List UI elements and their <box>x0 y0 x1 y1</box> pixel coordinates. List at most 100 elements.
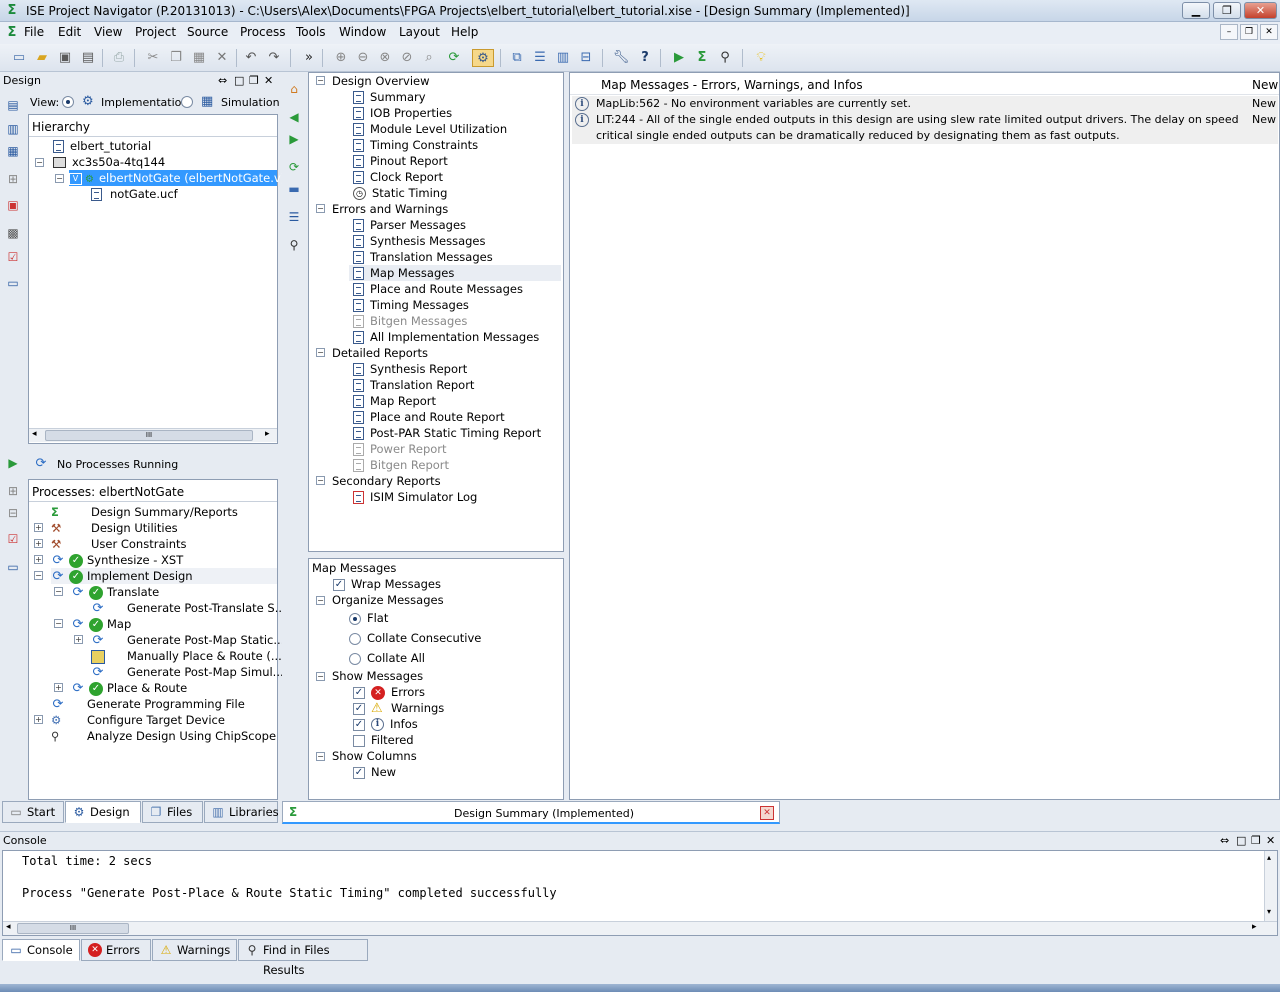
item-timing-messages[interactable]: Timing Messages <box>353 297 469 313</box>
filtered-option[interactable]: Filtered <box>353 732 414 748</box>
close-panel-icon[interactable]: ✕ <box>264 74 273 87</box>
overflow-icon[interactable]: » <box>300 49 318 67</box>
minimize-button[interactable]: ▁ <box>1182 2 1210 19</box>
run-icon[interactable]: ▶ <box>670 49 688 67</box>
save-icon[interactable]: ▣ <box>56 49 74 67</box>
close-windows-icon[interactable]: ⊟ <box>577 49 595 67</box>
item-post-par-timing-report[interactable]: Post-PAR Static Timing Report <box>353 425 541 441</box>
process-user-constraints[interactable]: ⚒ User Constraints <box>51 536 186 552</box>
process-design-summary[interactable]: Σ Design Summary/Reports <box>51 504 238 520</box>
html-icon[interactable]: ▬ <box>285 180 303 198</box>
view-icon[interactable]: ▭ <box>4 274 22 292</box>
maximize-panel-icon[interactable]: □ <box>1236 834 1246 847</box>
item-synthesis-report[interactable]: Synthesis Report <box>353 361 467 377</box>
tree-collapse-icon[interactable]: − <box>55 174 64 183</box>
save-all-icon[interactable]: ▤ <box>79 49 97 67</box>
menu-process[interactable]: Process <box>240 25 286 39</box>
hierarchy-scroll-thumb[interactable]: III <box>45 430 253 441</box>
warnings-checkbox[interactable]: ✓ <box>353 702 365 715</box>
add-copy-icon[interactable]: ▥ <box>4 120 22 138</box>
tree-ucf[interactable]: notGate.ucf <box>91 186 178 202</box>
tree-expand-icon[interactable]: + <box>34 715 43 724</box>
tab-errors[interactable]: ✕ Errors <box>81 939 151 961</box>
tab-console[interactable]: ▭ Console <box>2 939 80 961</box>
menu-view[interactable]: View <box>94 25 122 39</box>
tree-expand-icon[interactable]: + <box>34 555 43 564</box>
tab-files[interactable]: ❐ Files <box>142 801 203 823</box>
doc-restore-button[interactable]: ❐ <box>1240 24 1258 40</box>
menu-file[interactable]: File <box>24 25 44 39</box>
close-tab-icon[interactable]: ✕ <box>760 806 774 820</box>
cut-icon[interactable]: ✂ <box>144 49 162 67</box>
process-translate[interactable]: ⟳ ✓ Translate <box>71 584 159 600</box>
item-clock-report[interactable]: Clock Report <box>353 169 443 185</box>
item-module-utilization[interactable]: Module Level Utilization <box>353 121 507 137</box>
cascade-icon[interactable]: ⧉ <box>508 49 526 67</box>
copy-icon[interactable]: ❐ <box>167 49 185 67</box>
tab-start[interactable]: ▭ Start <box>2 801 64 823</box>
add-source-icon[interactable]: ▤ <box>4 96 22 114</box>
item-synthesis-messages[interactable]: Synthesis Messages <box>353 233 486 249</box>
wrench-icon[interactable]: 🔧︎ <box>612 49 630 67</box>
zoom-fit-icon[interactable]: ⊘ <box>398 49 416 67</box>
doc-close-button[interactable]: ✕ <box>1260 24 1278 40</box>
console-vscrollbar[interactable]: ▴ ▾ <box>1264 851 1277 921</box>
console-hscrollbar[interactable]: ◂ III ▸ <box>3 921 1277 935</box>
tree-top-module[interactable]: V ⚙ elbertNotGate (elbertNotGate.v) <box>69 170 285 186</box>
implementation-radio[interactable] <box>62 96 74 108</box>
process-implement-design[interactable]: ⟳ ✓ Implement Design <box>51 568 277 584</box>
errors-checkbox[interactable]: ✓ <box>353 686 365 699</box>
menu-window[interactable]: Window <box>339 25 386 39</box>
infos-checkbox[interactable]: ✓ <box>353 718 365 731</box>
console-scroll-thumb[interactable]: III <box>17 923 129 934</box>
tree-collapse-icon[interactable]: − <box>54 619 63 628</box>
zoom-full-icon[interactable]: ⊗ <box>376 49 394 67</box>
simulation-radio[interactable] <box>181 96 193 108</box>
menu-source[interactable]: Source <box>187 25 228 39</box>
wrap-messages-option[interactable]: ✓ Wrap Messages <box>333 576 441 592</box>
flat-option[interactable]: Flat <box>349 610 388 626</box>
lightbulb-icon[interactable]: 💡︎ <box>752 49 770 67</box>
tree-collapse-icon[interactable]: − <box>35 158 44 167</box>
menu-tools[interactable]: Tools <box>296 25 326 39</box>
rerun-icon[interactable]: ⊞ <box>4 482 22 500</box>
telescope-icon[interactable]: ⚲ <box>716 49 734 67</box>
restore-button[interactable]: ❐ <box>1213 2 1241 19</box>
tab-design-summary[interactable]: Σ Design Summary (Implemented) ✕ <box>282 801 780 824</box>
tree-collapse-icon[interactable]: − <box>316 348 325 357</box>
help-cursor-icon[interactable]: ? <box>636 49 654 67</box>
hierarchy-hscrollbar[interactable]: ◂ III ▸ <box>29 428 277 442</box>
find-icon[interactable]: ⚲ <box>285 236 303 254</box>
item-static-timing[interactable]: ◷ Static Timing <box>353 185 447 201</box>
doc-minimize-button[interactable]: – <box>1220 24 1238 40</box>
back-icon[interactable]: ◀ <box>285 108 303 126</box>
design-summary-icon[interactable]: ⚙ <box>472 49 494 67</box>
zoom-out-icon[interactable]: ⊖ <box>354 49 372 67</box>
tree-expand-icon[interactable]: + <box>74 635 83 644</box>
tree-collapse-icon[interactable]: − <box>316 752 325 761</box>
tree-expand-icon[interactable]: + <box>34 523 43 532</box>
section-secondary-reports[interactable]: Secondary Reports <box>332 473 441 489</box>
wrap-messages-checkbox[interactable]: ✓ <box>333 578 345 591</box>
section-detailed-reports[interactable]: Detailed Reports <box>332 345 428 361</box>
tab-libraries[interactable]: ▥ Libraries <box>204 801 279 823</box>
collate-all-radio[interactable] <box>349 652 361 665</box>
item-all-implementation-messages[interactable]: All Implementation Messages <box>353 329 539 345</box>
process-manual-place-route[interactable]: Manually Place & Route (... <box>91 648 282 664</box>
section-design-overview[interactable]: Design Overview <box>332 73 430 89</box>
paste-icon[interactable]: ▦ <box>190 49 208 67</box>
item-isim-log[interactable]: ISIM Simulator Log <box>353 489 477 505</box>
open-icon[interactable]: ▰ <box>33 49 51 67</box>
list-icon[interactable]: ☰ <box>285 208 303 226</box>
tile-vertical-icon[interactable]: ▥ <box>554 49 572 67</box>
collate-all-option[interactable]: Collate All <box>349 650 425 666</box>
tab-design[interactable]: ⚙ Design <box>65 801 141 823</box>
run-process-icon[interactable]: ▶ <box>4 454 22 472</box>
tree-collapse-icon[interactable]: − <box>34 571 43 580</box>
undo-icon[interactable]: ↶ <box>242 49 260 67</box>
print-icon[interactable]: ⎙ <box>110 49 128 67</box>
tree-expand-icon[interactable]: + <box>54 683 63 692</box>
process-synthesize[interactable]: ⟳ ✓ Synthesize - XST <box>51 552 183 568</box>
restore-panel-icon[interactable]: ❐ <box>249 74 259 87</box>
hierarchy-icon[interactable]: ⊞ <box>4 170 22 188</box>
